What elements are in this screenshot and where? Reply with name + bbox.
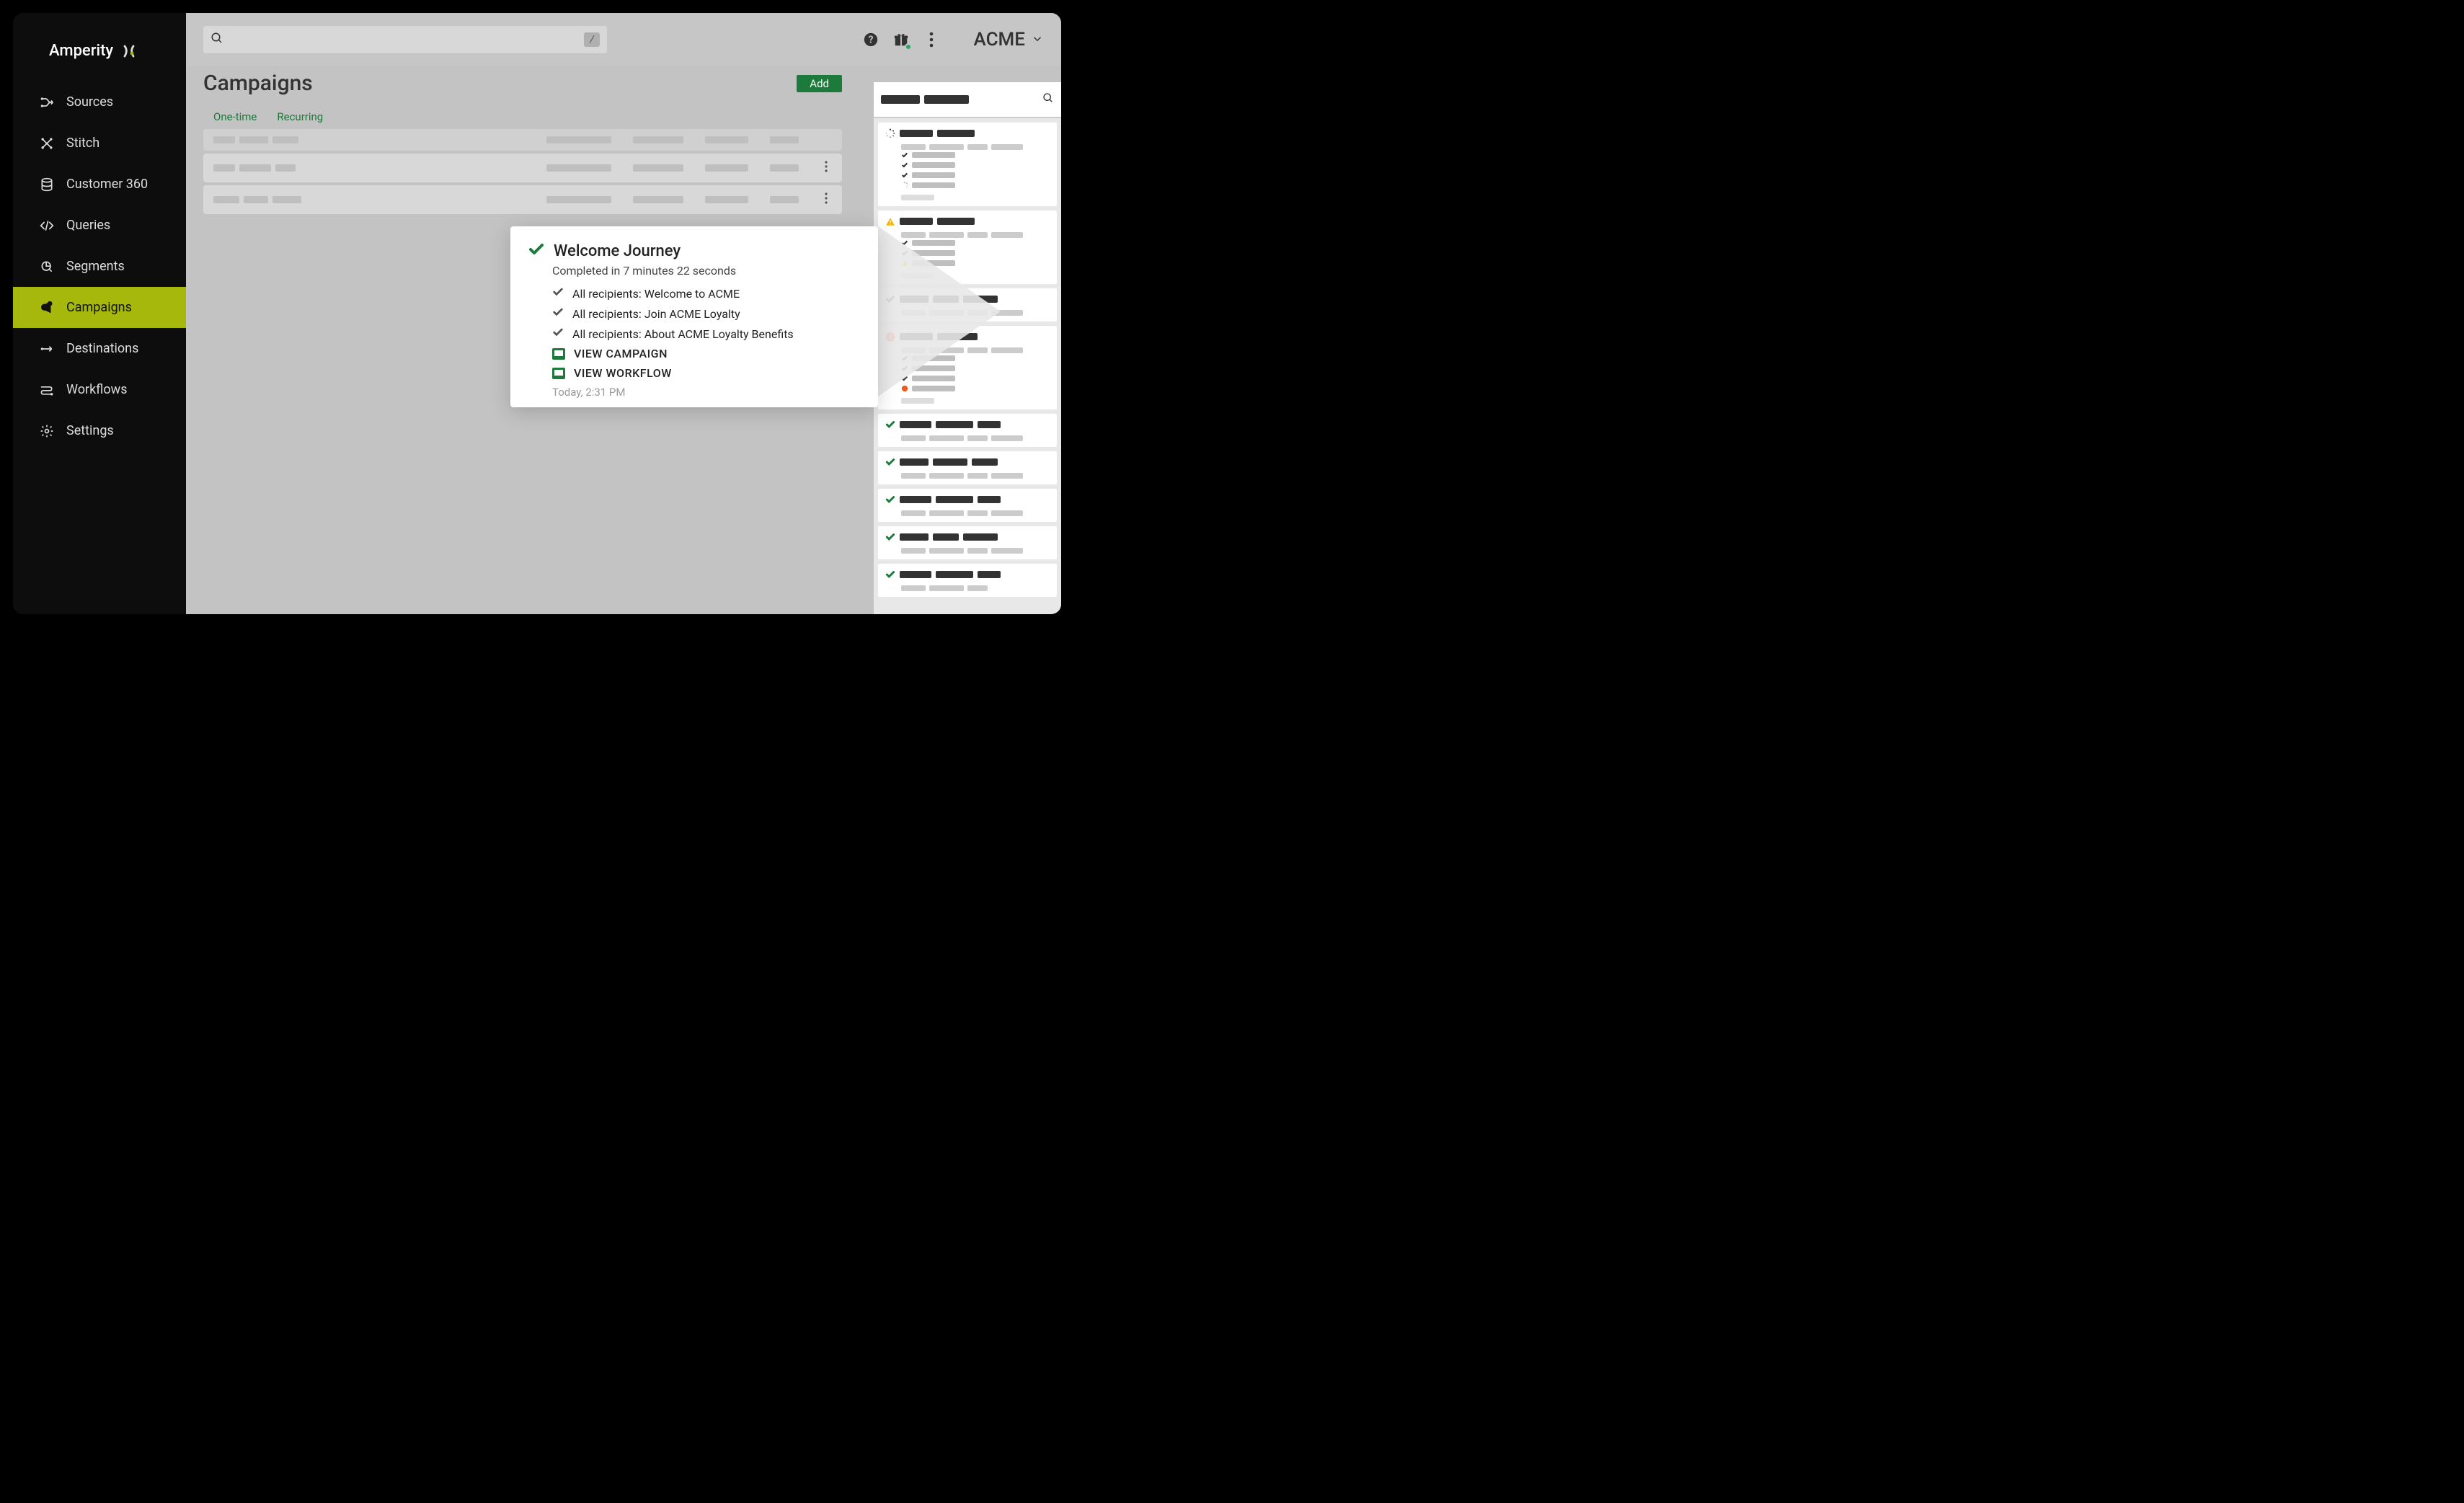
check-icon <box>528 241 545 261</box>
main: / ? ACME Campaigns Add <box>186 13 1061 614</box>
more-icon[interactable] <box>922 30 941 49</box>
svg-text:?: ? <box>868 35 873 46</box>
sidebar: Amperity Sources Stitch <box>13 13 186 614</box>
check-icon <box>885 457 895 467</box>
row-more-icon[interactable] <box>820 192 832 207</box>
popover-step: All recipients: Join ACME Loyalty <box>552 303 861 324</box>
notification-card[interactable] <box>878 564 1057 597</box>
popover-step: All recipients: Welcome to ACME <box>552 283 861 303</box>
workflows-icon <box>39 383 55 397</box>
sidebar-item-label: Workflows <box>66 382 128 397</box>
check-icon <box>885 532 895 542</box>
tenant-switcher[interactable]: ACME <box>974 29 1044 50</box>
stitch-icon <box>39 136 55 151</box>
segments-icon <box>39 260 55 274</box>
database-icon <box>39 177 55 192</box>
topbar: / ? ACME <box>186 13 1061 66</box>
search-input[interactable] <box>231 34 577 46</box>
notification-card[interactable] <box>878 489 1057 522</box>
sidebar-item-segments[interactable]: Segments <box>13 246 186 287</box>
warning-icon <box>885 216 895 226</box>
help-icon[interactable]: ? <box>861 30 880 49</box>
row-more-icon[interactable] <box>820 161 832 175</box>
table-row[interactable] <box>203 185 842 214</box>
window-icon <box>552 348 565 360</box>
sidebar-item-label: Destinations <box>66 341 138 356</box>
tenant-name: ACME <box>974 29 1025 50</box>
add-button[interactable]: Add <box>797 75 842 92</box>
check-icon <box>552 286 564 301</box>
destinations-icon <box>39 342 55 356</box>
popover-step: All recipients: About ACME Loyalty Benef… <box>552 324 861 344</box>
sidebar-item-label: Campaigns <box>66 300 132 315</box>
sidebar-item-label: Settings <box>66 423 114 438</box>
notification-card[interactable] <box>878 123 1057 206</box>
popover: Welcome Journey Completed in 7 minutes 2… <box>510 226 878 407</box>
popover-pointer <box>878 226 1001 396</box>
code-icon <box>39 218 55 233</box>
sources-icon <box>39 95 55 110</box>
brand: Amperity <box>13 42 186 81</box>
popover-timestamp: Today, 2:31 PM <box>552 383 861 399</box>
tab-one-time[interactable]: One-time <box>213 110 257 123</box>
sidebar-item-label: Queries <box>66 218 110 233</box>
notification-card[interactable] <box>878 414 1057 447</box>
table-header-row <box>203 129 842 151</box>
window-icon <box>552 368 565 379</box>
sidebar-item-destinations[interactable]: Destinations <box>13 328 186 369</box>
tab-recurring[interactable]: Recurring <box>277 110 323 123</box>
view-campaign-link[interactable]: VIEW CAMPAIGN <box>552 344 861 363</box>
sidebar-item-label: Stitch <box>66 136 99 151</box>
sidebar-item-campaigns[interactable]: Campaigns <box>13 287 186 328</box>
sidebar-item-queries[interactable]: Queries <box>13 205 186 246</box>
sidebar-item-label: Sources <box>66 94 113 110</box>
notification-card[interactable] <box>878 451 1057 484</box>
search-icon <box>210 32 223 48</box>
sidebar-item-label: Customer 360 <box>66 177 148 192</box>
brand-amp-icon <box>120 43 138 60</box>
spinner-icon <box>885 128 895 138</box>
search-shortcut: / <box>584 32 600 47</box>
sidebar-item-label: Segments <box>66 259 125 274</box>
sidebar-item-workflows[interactable]: Workflows <box>13 369 186 410</box>
search-icon[interactable] <box>1042 92 1054 107</box>
notifications-header <box>874 82 1061 118</box>
view-workflow-link[interactable]: VIEW WORKFLOW <box>552 363 861 383</box>
sidebar-item-customer360[interactable]: Customer 360 <box>13 164 186 205</box>
notification-dot <box>905 43 912 50</box>
sidebar-item-stitch[interactable]: Stitch <box>13 123 186 164</box>
popover-title: Welcome Journey <box>554 242 681 260</box>
page-title: Campaigns <box>203 71 313 96</box>
brand-name: Amperity <box>49 42 113 60</box>
gift-icon[interactable] <box>892 30 910 49</box>
settings-icon <box>39 424 55 438</box>
nav: Sources Stitch Customer 360 Queries <box>13 81 186 451</box>
check-icon <box>885 420 895 430</box>
popover-subtitle: Completed in 7 minutes 22 seconds <box>552 264 861 278</box>
sidebar-item-settings[interactable]: Settings <box>13 410 186 451</box>
notification-card[interactable] <box>878 526 1057 559</box>
search-wrap[interactable]: / <box>203 26 607 53</box>
check-icon <box>885 569 895 580</box>
check-icon <box>552 327 564 341</box>
check-icon <box>552 306 564 321</box>
check-icon <box>885 495 895 505</box>
campaigns-icon <box>39 301 55 315</box>
sidebar-item-sources[interactable]: Sources <box>13 81 186 123</box>
table-row[interactable] <box>203 154 842 182</box>
chevron-down-icon <box>1031 29 1044 50</box>
